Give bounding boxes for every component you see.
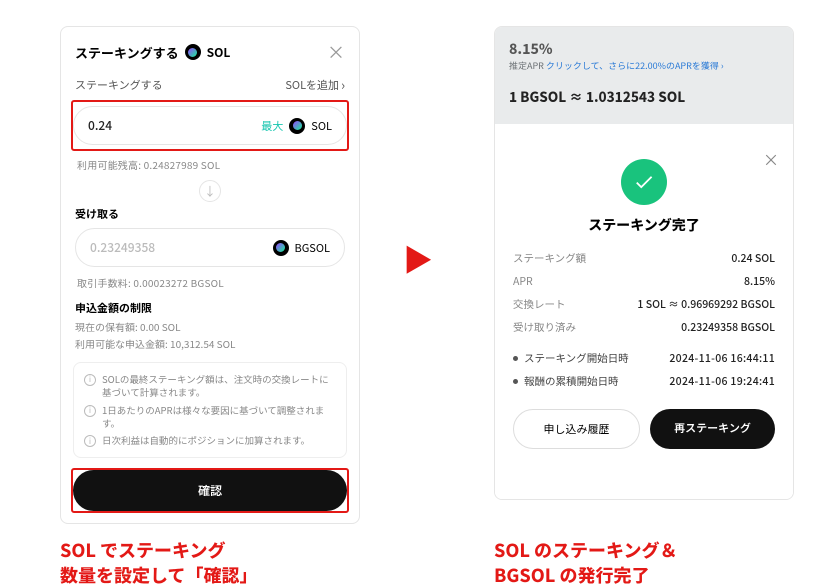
- confirm-button[interactable]: 確認: [73, 470, 347, 511]
- panel-header: ステーキングする SOL ×: [61, 27, 359, 73]
- swap-direction-icon[interactable]: ↓: [199, 180, 221, 202]
- add-sol-link[interactable]: SOLを追加: [285, 75, 345, 94]
- receive-label: 受け取る: [61, 206, 359, 224]
- confirm-button-highlight: 確認: [71, 468, 349, 513]
- input-asset: SOL: [311, 118, 332, 134]
- receive-output: 0.23249358 BGSOL: [75, 228, 345, 267]
- info-icon: i: [84, 374, 96, 386]
- restake-button[interactable]: 再ステーキング: [650, 409, 775, 449]
- max-button[interactable]: 最大: [261, 118, 283, 134]
- success-check-icon: [621, 159, 667, 205]
- limit-line: 利用可能な申込金額: 10,312.54 SOL: [61, 335, 359, 352]
- staking-complete-panel: 8.15% 推定APR クリックして、さらに22.00%のAPRを獲得 › 1 …: [494, 26, 794, 500]
- receive-value: 0.23249358: [90, 239, 155, 256]
- apr-percent: 8.15%: [509, 39, 779, 59]
- fee-note: 取引手数料: 0.00023272 BGSOL: [61, 271, 359, 294]
- sol-icon: [185, 44, 201, 60]
- receive-asset: BGSOL: [295, 240, 331, 256]
- sol-icon: [289, 118, 305, 134]
- stake-section-label: ステーキングする: [75, 77, 163, 93]
- limits-title: 申込金額の制限: [61, 294, 359, 318]
- amount-input[interactable]: 0.24 最大 SOL: [73, 106, 347, 145]
- apr-boost-link[interactable]: クリックして、さらに22.00%のAPRを獲得 ›: [546, 59, 724, 72]
- completion-sheet: × ステーキング完了 ステーキング額0.24 SOL APR8.15% 交換レー…: [495, 135, 793, 499]
- history-button[interactable]: 申し込み履歴: [513, 409, 640, 449]
- limit-line: 現在の保有額: 0.00 SOL: [61, 318, 359, 335]
- amount-input-highlight: 0.24 最大 SOL: [71, 100, 349, 151]
- asset-symbol: SOL: [207, 44, 231, 61]
- bgsol-icon: [273, 240, 289, 256]
- background-summary: 8.15% 推定APR クリックして、さらに22.00%のAPRを獲得 › 1 …: [495, 27, 793, 124]
- right-caption: SOL のステーキング＆ BGSOL の発行完了: [494, 530, 794, 587]
- info-icon: i: [84, 435, 96, 447]
- info-icon: i: [84, 405, 96, 417]
- exchange-rate-heading: 1 BGSOL ≈ 1.0312543 SOL: [509, 86, 779, 106]
- panel-title: ステーキングする: [75, 43, 179, 62]
- flow-arrow-icon: ▶: [403, 236, 433, 280]
- left-caption: SOL でステーキング 数量を設定して「確認」: [60, 530, 360, 587]
- amount-value: 0.24: [88, 117, 112, 134]
- staking-form-panel: ステーキングする SOL × ステーキングする SOLを追加 0.24 最大 S…: [60, 26, 360, 524]
- close-icon[interactable]: ×: [327, 39, 345, 65]
- info-box: iSOLの最終ステーキング額は、注文時の交換レートに基づいて計算されます。 i1…: [73, 362, 347, 458]
- balance-note: 利用可能残高: 0.24827989 SOL: [61, 153, 359, 176]
- completion-title: ステーキング完了: [513, 215, 775, 235]
- close-icon[interactable]: ×: [763, 147, 779, 171]
